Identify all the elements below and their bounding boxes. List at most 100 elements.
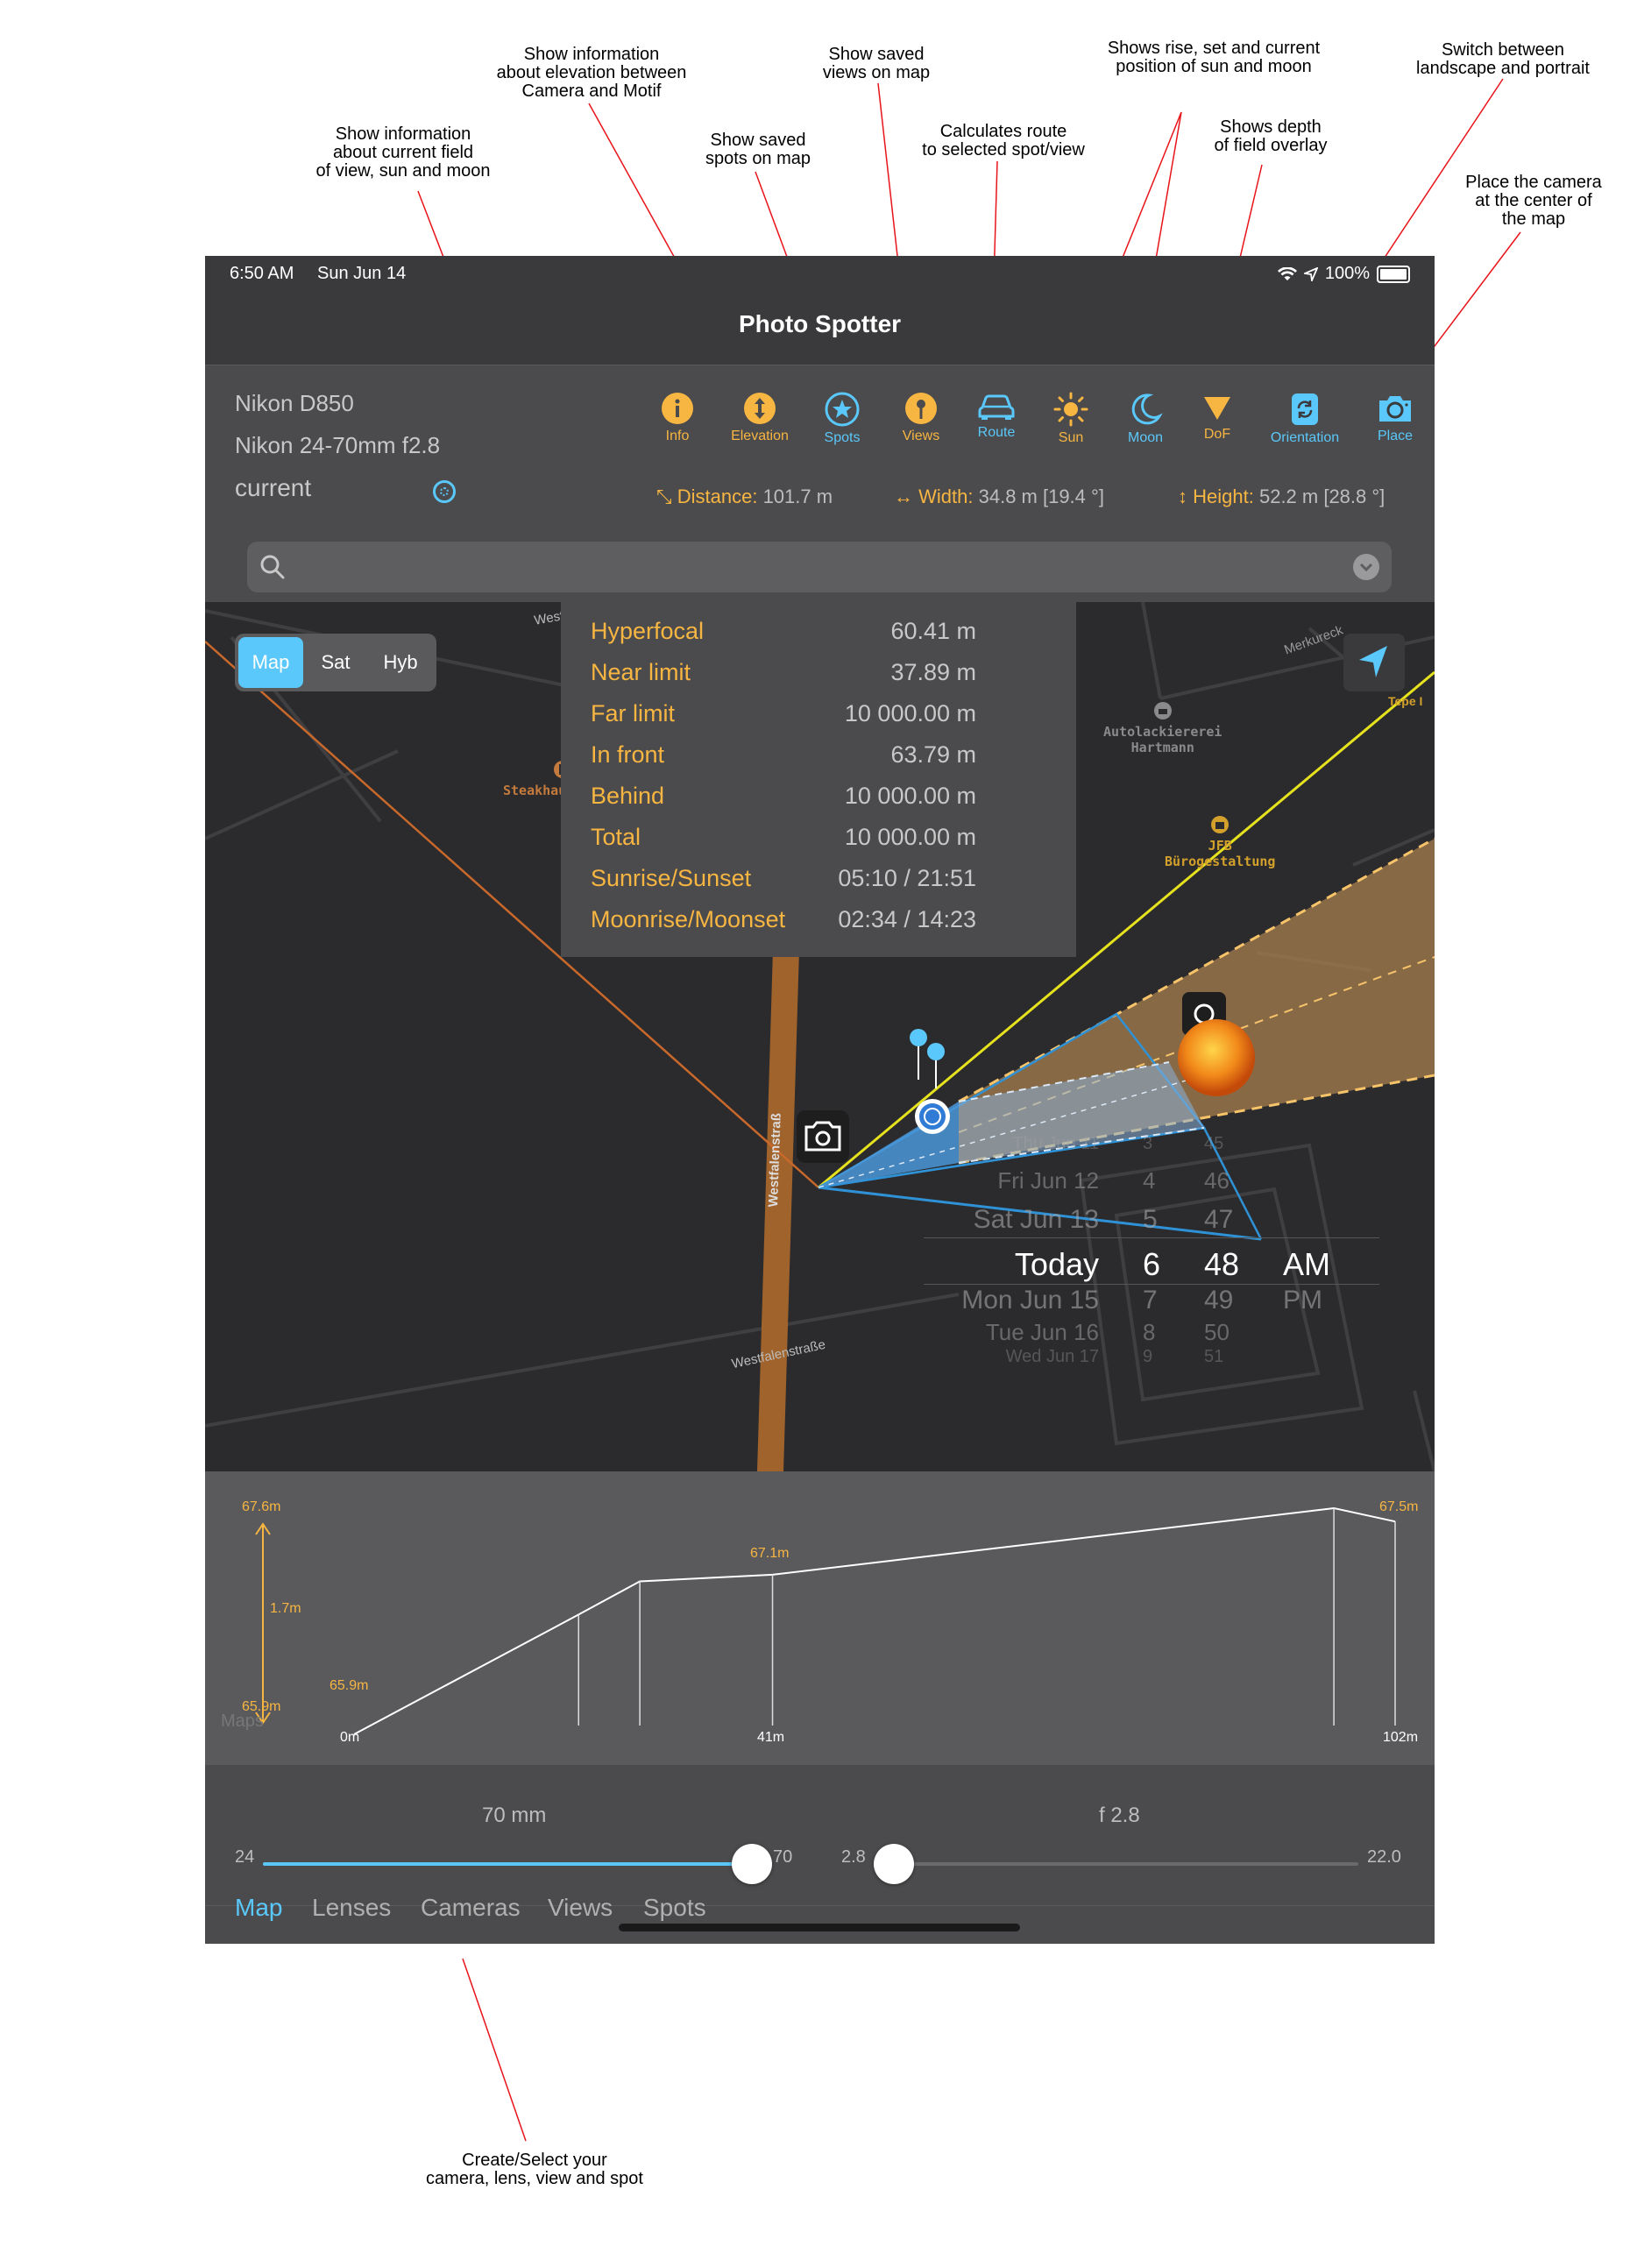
elevation-diff-label: 1.7m [270,1601,301,1616]
focal-length-slider-fill [263,1862,752,1866]
width-icon: ↔ [894,485,919,507]
sun-label: Sun [1058,430,1084,445]
picker-hour: 9 [1143,1347,1153,1366]
lens-settings-panel: 70 mm 24 70 f 2.8 2.8 22.0 [205,1765,1435,1905]
route-label: Route [977,425,1016,440]
picker-row[interactable]: Sat Jun 13 5 47 [924,1205,1414,1240]
focal-length-slider-knob[interactable] [732,1844,772,1884]
place-button[interactable]: Place [1357,392,1433,444]
car-icon [978,394,1015,420]
maps-watermark: Maps [221,1712,264,1732]
views-button[interactable]: Views [883,392,959,444]
info-label: Info [665,429,690,443]
info-row-value: 10 000.00 m [844,824,976,850]
info-row-label: Hyperfocal [591,618,705,644]
views-label: Views [902,429,940,443]
tab-views[interactable]: Views [548,1894,613,1922]
distance-start-label: 0m [340,1730,360,1745]
tab-map[interactable]: Map [235,1894,282,1922]
elevation-mid-label: 67.1m [750,1546,790,1561]
picker-date: Fri Jun 12 [997,1167,1099,1194]
search-bar[interactable] [247,542,1392,592]
camera-marker-icon[interactable] [792,1106,854,1167]
picker-row[interactable]: Fri Jun 12 4 46 [924,1167,1414,1202]
aperture-title: f 2.8 [1099,1804,1140,1827]
car-service-icon [1153,702,1172,719]
tab-spots[interactable]: Spots [643,1894,706,1922]
info-row: Behind 10 000.00 m [591,783,976,818]
picker-date: Mon Jun 15 [961,1286,1099,1315]
dof-button[interactable]: DoF [1180,392,1255,443]
picker-row[interactable]: Thu Jun 11 3 45 [924,1134,1414,1169]
annotation-route: Calculates route to selected spot/view [922,122,1085,159]
picker-row[interactable]: Mon Jun 15 7 49 PM [924,1286,1414,1321]
lens-name[interactable]: Nikon 24-70mm f2.8 [235,432,440,459]
sun-position-icon[interactable] [1173,1014,1260,1102]
camera-name[interactable]: Nikon D850 [235,390,354,417]
elevation-button[interactable]: Elevation [722,392,797,444]
tab-cameras[interactable]: Cameras [421,1894,521,1922]
date-time-picker[interactable]: Thu Jun 11 3 45 Fri Jun 12 4 46 Sat Jun 13 5 47 T… [924,1134,1414,1413]
info-row-label: Total [591,824,641,850]
aperture-slider-track[interactable] [894,1862,1358,1866]
info-icon [662,393,693,424]
elevation-icon [744,393,776,424]
distance-label: Distance: [677,485,758,507]
info-row-value: 60.41 m [890,618,976,644]
spots-label: Spots [824,430,861,445]
info-row: Far limit 10 000.00 m [591,700,976,735]
focal-max-label: 70 [773,1847,793,1867]
height-icon: ↕ [1178,485,1194,507]
picker-date: Thu Jun 11 [1012,1134,1099,1153]
poi-autolack[interactable]: Autolackiererei Hartmann [1103,685,1222,771]
battery-percent: 100% [1324,264,1370,283]
aperture-slider-knob[interactable] [874,1844,914,1884]
chevron-down-icon[interactable] [1353,554,1379,580]
annotation-views: Show saved views on map [822,45,931,82]
poi-autolack-label: Autolackiererei Hartmann [1103,724,1222,755]
picker-date: Wed Jun 17 [1005,1347,1099,1366]
place-label: Place [1377,429,1414,443]
moon-button[interactable]: Moon [1108,392,1183,446]
elevation-profile-panel: 67.6m 1.7m 65.9m 65.9m 67.1m 67.5m 0m 41… [205,1471,1435,1765]
moon-icon [1131,393,1163,425]
picker-separator [924,1284,1379,1285]
distance-metric: ⤡ Distance: 101.7 m [656,485,833,508]
locate-button[interactable] [1343,634,1405,691]
info-row: Moonrise/Moonset 02:34 / 14:23 [591,906,976,941]
picker-date: Today [1014,1246,1099,1282]
map-view[interactable]: Steakhaus Ranch Autolackiererei Hartmann… [205,602,1435,1471]
picker-row[interactable]: Wed Jun 17 9 51 [924,1347,1414,1382]
poi-tepe-label: Tepe I [1388,694,1423,708]
app-title: Photo Spotter [738,310,902,337]
sun-button[interactable]: Sun [1033,392,1109,446]
info-panel: Hyperfocal 60.41 m Near limit 37.89 m Far li… [561,602,1076,957]
poi-jfb[interactable]: JFB Bürogestaltung [1165,799,1275,885]
annotation-info: Show information about current field of … [315,124,491,181]
map-type-map[interactable]: Map [238,637,303,688]
current-location-icon[interactable] [433,480,456,503]
map-type-sat[interactable]: Sat [303,637,368,688]
wifi-icon [1277,266,1297,280]
spots-button[interactable]: Spots [804,392,880,446]
shop-icon [1211,816,1230,833]
elevation-profile-line [353,1506,1396,1735]
map-type-hyb[interactable]: Hyb [368,637,433,688]
picker-ampm: AM [1283,1246,1330,1282]
rotate-icon [1292,393,1318,425]
location-name[interactable]: current [235,474,311,502]
route-button[interactable]: Route [959,392,1034,441]
tab-lenses[interactable]: Lenses [312,1894,391,1922]
picker-minute: 50 [1204,1319,1230,1345]
info-row: Hyperfocal 60.41 m [591,618,976,653]
picker-selected-row[interactable]: Today 6 48 AM [924,1246,1414,1282]
orientation-button[interactable]: Orientation [1267,392,1343,446]
info-button[interactable]: Info [640,392,715,444]
distance-end-label: 102m [1383,1730,1419,1745]
map-type-toggle[interactable]: Map Sat Hyb [235,634,436,691]
height-label: Height: [1193,485,1254,507]
annotation-elevation: Show information about elevation between… [496,45,687,101]
annotation-dof: Shows depth of field overlay [1214,117,1328,155]
info-row-label: Sunrise/Sunset [591,865,752,891]
info-row-value: 05:10 / 21:51 [838,865,976,891]
